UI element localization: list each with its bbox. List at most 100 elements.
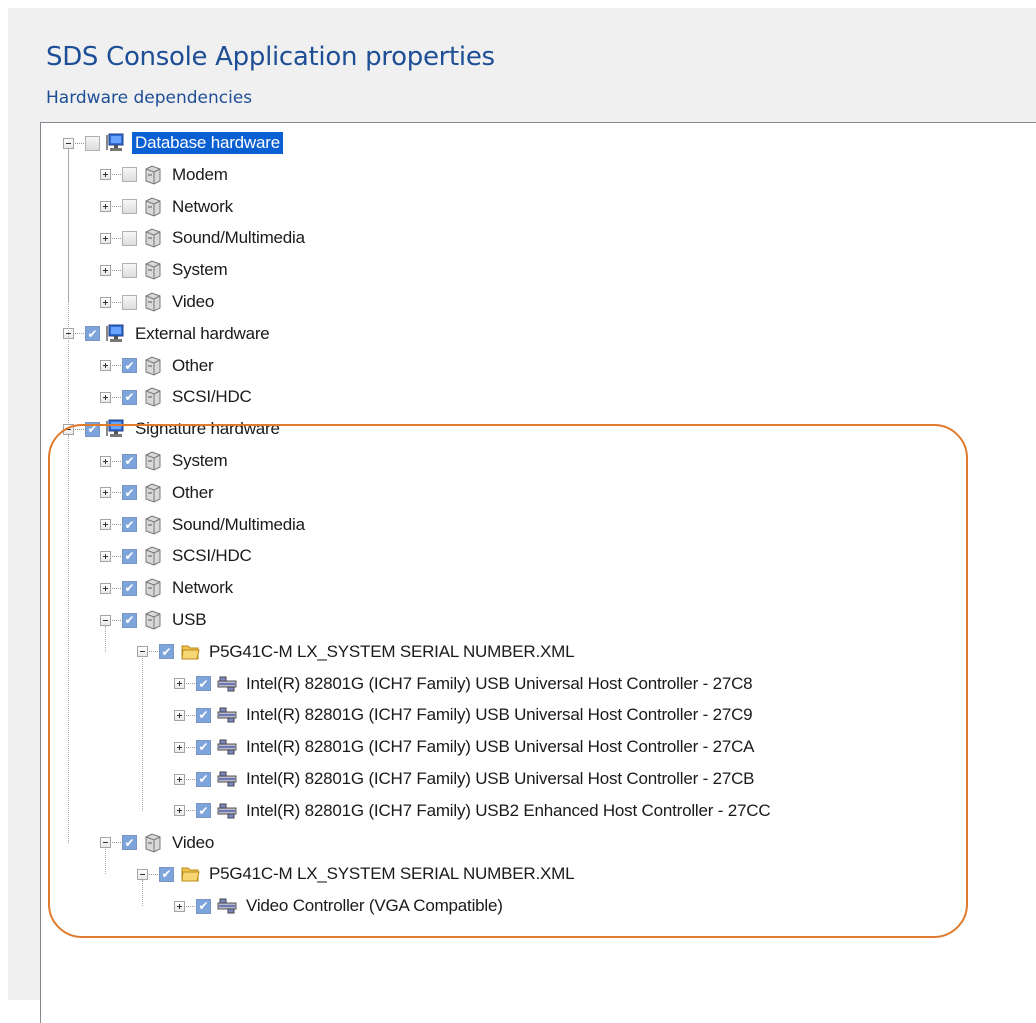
collapse-icon[interactable] <box>100 837 111 849</box>
node-checkbox[interactable]: ✔ <box>122 580 137 596</box>
tree-node[interactable]: ✔ SCSI/HDC <box>100 383 255 411</box>
tree-node-label[interactable]: P5G41C-M LX_SYSTEM SERIAL NUMBER.XML <box>206 641 577 663</box>
expand-icon[interactable] <box>100 391 111 403</box>
tree-node[interactable]: ✔ Intel(R) 82801G (ICH7 Family) USB Unive… <box>174 733 757 761</box>
tree-node-label[interactable]: Signature hardware <box>132 418 283 440</box>
tree-node[interactable]: ✔ Other <box>100 479 217 507</box>
tree-node-label[interactable]: Intel(R) 82801G (ICH7 Family) USB Univer… <box>243 768 757 790</box>
tree-node-label[interactable]: SCSI/HDC <box>169 386 255 408</box>
expand-icon[interactable] <box>174 773 185 785</box>
tree-node[interactable]: Modem <box>100 161 231 189</box>
expand-icon[interactable] <box>100 487 111 499</box>
tree-node-label[interactable]: External hardware <box>132 323 273 345</box>
tree-node-label[interactable]: Database hardware <box>132 132 283 154</box>
node-checkbox[interactable]: ✔ <box>122 548 137 564</box>
expand-icon[interactable] <box>100 582 111 594</box>
collapse-icon[interactable] <box>137 646 148 658</box>
expand-icon[interactable] <box>100 264 111 276</box>
tree-node-label[interactable]: Modem <box>169 164 231 186</box>
collapse-icon[interactable] <box>63 137 74 149</box>
expand-icon[interactable] <box>100 455 111 467</box>
tree-node-label[interactable]: Video Controller (VGA Compatible) <box>243 895 506 917</box>
node-checkbox[interactable] <box>122 230 137 246</box>
collapse-icon[interactable] <box>100 614 111 626</box>
tree-node-label[interactable]: Sound/Multimedia <box>169 514 308 536</box>
node-checkbox[interactable] <box>85 135 100 151</box>
tree-node[interactable]: Network <box>100 193 236 221</box>
node-checkbox[interactable]: ✔ <box>196 898 211 914</box>
tree-node-label[interactable]: Video <box>169 291 217 313</box>
expand-icon[interactable] <box>100 296 111 308</box>
node-checkbox[interactable]: ✔ <box>122 612 137 628</box>
tree-node-label[interactable]: Intel(R) 82801G (ICH7 Family) USB2 Enhan… <box>243 800 773 822</box>
tree-node[interactable]: ✔ External hardware <box>63 320 273 348</box>
tree-node-label[interactable]: P5G41C-M LX_SYSTEM SERIAL NUMBER.XML <box>206 863 577 885</box>
tree-node[interactable]: ✔ Sound/Multimedia <box>100 511 308 539</box>
tree-node-label[interactable]: Network <box>169 196 236 218</box>
tree-node[interactable]: Sound/Multimedia <box>100 224 308 252</box>
expand-icon[interactable] <box>174 709 185 721</box>
tree-node-label[interactable]: Intel(R) 82801G (ICH7 Family) USB Univer… <box>243 736 757 758</box>
tree-node-label[interactable]: Other <box>169 482 217 504</box>
node-checkbox[interactable] <box>122 262 137 278</box>
tree-node[interactable]: ✔ Video <box>100 829 217 857</box>
collapse-icon[interactable] <box>63 423 74 435</box>
node-checkbox[interactable]: ✔ <box>122 389 137 405</box>
tree-node-label[interactable]: Intel(R) 82801G (ICH7 Family) USB Univer… <box>243 704 755 726</box>
expand-icon[interactable] <box>174 678 185 690</box>
node-checkbox[interactable]: ✔ <box>85 326 100 342</box>
tree-node[interactable]: ✔ SCSI/HDC <box>100 542 255 570</box>
tree-node[interactable]: ✔ Intel(R) 82801G (ICH7 Family) USB2 Enha… <box>174 797 773 825</box>
node-checkbox[interactable]: ✔ <box>196 676 211 692</box>
node-checkbox[interactable]: ✔ <box>196 803 211 819</box>
node-checkbox[interactable]: ✔ <box>122 835 137 851</box>
node-checkbox[interactable]: ✔ <box>196 707 211 723</box>
tree-node[interactable]: ✔ Network <box>100 574 236 602</box>
node-checkbox[interactable] <box>122 167 137 183</box>
node-checkbox[interactable] <box>122 199 137 215</box>
collapse-icon[interactable] <box>137 868 148 880</box>
tree-node[interactable]: ✔ P5G41C-M LX_SYSTEM SERIAL NUMBER.XML <box>137 638 577 666</box>
node-checkbox[interactable]: ✔ <box>122 485 137 501</box>
tree-node-label[interactable]: Network <box>169 577 236 599</box>
node-checkbox[interactable]: ✔ <box>196 739 211 755</box>
tree-node[interactable]: ✔ Intel(R) 82801G (ICH7 Family) USB Unive… <box>174 670 755 698</box>
expand-icon[interactable] <box>100 519 111 531</box>
expand-icon[interactable] <box>174 741 185 753</box>
node-checkbox[interactable]: ✔ <box>159 866 174 882</box>
tree-node[interactable]: ✔ Intel(R) 82801G (ICH7 Family) USB Unive… <box>174 765 757 793</box>
tree-node-label[interactable]: Sound/Multimedia <box>169 227 308 249</box>
expand-icon[interactable] <box>100 360 111 372</box>
tree-node[interactable]: ✔ Signature hardware <box>63 415 283 443</box>
tree-node-label[interactable]: System <box>169 450 230 472</box>
node-checkbox[interactable] <box>122 294 137 310</box>
expand-icon[interactable] <box>100 550 111 562</box>
tree-node-label[interactable]: Intel(R) 82801G (ICH7 Family) USB Univer… <box>243 673 755 695</box>
tree-node[interactable]: ✔ Intel(R) 82801G (ICH7 Family) USB Unive… <box>174 701 755 729</box>
tree-node[interactable]: ✔ Other <box>100 352 217 380</box>
expand-icon[interactable] <box>100 169 111 181</box>
node-checkbox[interactable]: ✔ <box>122 517 137 533</box>
expand-icon[interactable] <box>100 232 111 244</box>
node-checkbox[interactable]: ✔ <box>159 644 174 660</box>
node-checkbox[interactable]: ✔ <box>196 771 211 787</box>
expand-icon[interactable] <box>174 900 185 912</box>
tree-node[interactable]: ✔ System <box>100 447 230 475</box>
tree-node[interactable]: Database hardware <box>63 129 283 157</box>
expand-icon[interactable] <box>100 201 111 213</box>
tree-node-label[interactable]: Other <box>169 355 217 377</box>
tree-node[interactable]: ✔ Video Controller (VGA Compatible) <box>174 892 506 920</box>
tree-node-label[interactable]: USB <box>169 609 209 631</box>
tree-node[interactable]: System <box>100 256 230 284</box>
tree-node-label[interactable]: SCSI/HDC <box>169 545 255 567</box>
tree-node[interactable]: Video <box>100 288 217 316</box>
tree-node-label[interactable]: Video <box>169 832 217 854</box>
tree-node[interactable]: ✔ P5G41C-M LX_SYSTEM SERIAL NUMBER.XML <box>137 860 577 888</box>
node-checkbox[interactable]: ✔ <box>122 358 137 374</box>
hardware-tree[interactable]: Database hardware Modem Network Sound/Multi… <box>40 122 1036 1023</box>
node-checkbox[interactable]: ✔ <box>122 453 137 469</box>
tree-node[interactable]: ✔ USB <box>100 606 209 634</box>
tree-node-label[interactable]: System <box>169 259 230 281</box>
node-checkbox[interactable]: ✔ <box>85 421 100 437</box>
expand-icon[interactable] <box>174 805 185 817</box>
